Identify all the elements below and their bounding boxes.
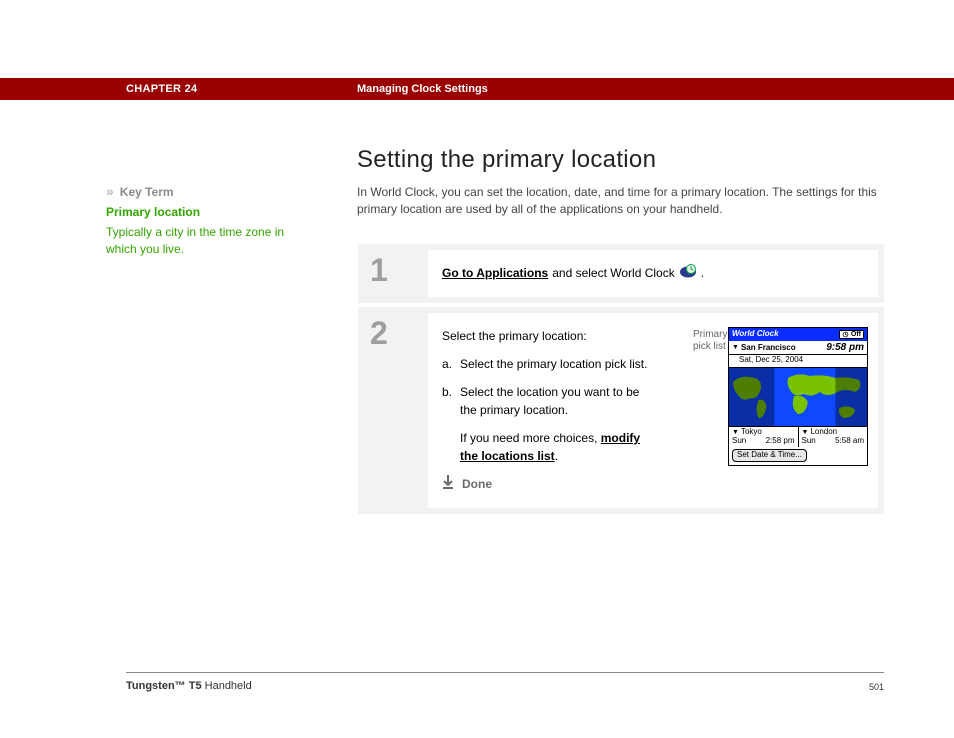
chapter-number: CHAPTER 24 <box>126 83 197 95</box>
footer-product: Tungsten™ T5 Handheld <box>126 680 252 692</box>
world-clock-screenshot: World Clock Off ▼ San Francisco 9:58 pm … <box>728 327 868 466</box>
screenshot-city3-day: Sun <box>802 437 816 446</box>
section-title: Setting the primary location <box>357 146 885 174</box>
footer-rule <box>126 672 884 673</box>
screenshot-primary-time: 9:58 pm <box>826 342 864 353</box>
screenshot-alarm-off: Off <box>839 330 864 340</box>
step-1-text: and select World Clock <box>552 264 675 282</box>
substep-a: a. Select the primary location pick list… <box>442 355 652 373</box>
go-to-applications-link[interactable]: Go to Applications <box>442 264 548 282</box>
step-1-body: Go to Applications and select World Cloc… <box>428 250 878 297</box>
step-2-body: Select the primary location: a. Select t… <box>428 313 878 508</box>
step-number: 1 <box>358 244 428 303</box>
key-term-sidebar: » Key Term Primary location Typically a c… <box>106 182 306 258</box>
step-1-period: . <box>701 264 704 282</box>
chevrons-icon: » <box>106 182 114 202</box>
screenshot-city3-time: 5:58 am <box>835 437 864 446</box>
done-row: Done <box>442 475 864 494</box>
screenshot-city2-time: 2:58 pm <box>766 437 795 446</box>
footer-product-suffix: Handheld <box>202 680 252 692</box>
chapter-header: CHAPTER 24 Managing Clock Settings <box>0 78 954 100</box>
screenshot-primary-city: San Francisco <box>741 344 826 353</box>
screenshot-app-title: World Clock <box>732 330 779 339</box>
key-term-name: Primary location <box>106 204 306 221</box>
step-1: 1 Go to Applications and select World Cl… <box>357 243 885 304</box>
footer-product-name: Tungsten™ T5 <box>126 680 202 692</box>
substep-note: If you need more choices, modify the loc… <box>460 429 652 465</box>
note-pre: If you need more choices, <box>460 431 601 445</box>
screenshot-primary-date: Sat, Dec 25, 2004 <box>739 356 803 365</box>
substep-b-text: Select the location you want to be the p… <box>460 383 652 419</box>
step-2-sublist: a. Select the primary location pick list… <box>442 355 652 465</box>
screenshot-titlebar: World Clock Off <box>729 328 867 342</box>
screenshot-city3: ▼London Sun5:58 am <box>798 426 868 447</box>
substep-b: b. Select the location you want to be th… <box>442 383 652 419</box>
footer-page-number: 501 <box>869 682 884 692</box>
screenshot-set-date-time-button: Set Date & Time... <box>732 449 807 462</box>
step-2: 2 Select the primary location: a. Select… <box>357 306 885 515</box>
chapter-title: Managing Clock Settings <box>357 83 488 95</box>
done-arrow-icon <box>442 475 454 494</box>
world-clock-icon <box>679 264 697 283</box>
substep-a-text: Select the primary location pick list. <box>460 355 647 373</box>
section-intro: In World Clock, you can set the location… <box>357 184 885 219</box>
screenshot-world-map <box>729 368 867 426</box>
main-content: Setting the primary location In World Cl… <box>357 146 885 515</box>
dropdown-triangle-icon: ▼ <box>732 344 739 352</box>
step-number: 2 <box>358 307 428 514</box>
key-term-definition: Typically a city in the time zone in whi… <box>106 224 306 258</box>
substep-a-marker: a. <box>442 355 460 373</box>
screenshot-primary-row: ▼ San Francisco 9:58 pm <box>729 341 867 355</box>
screenshot-city2: ▼Tokyo Sun2:58 pm <box>729 426 798 447</box>
substep-b-marker: b. <box>442 383 460 419</box>
key-term-label: Key Term <box>120 185 174 199</box>
screenshot-date-row: Sat, Dec 25, 2004 <box>729 355 867 368</box>
note-post: . <box>555 449 558 463</box>
done-label: Done <box>462 475 492 493</box>
screenshot-city2-day: Sun <box>732 437 746 446</box>
screenshot-secondary-cities: ▼Tokyo Sun2:58 pm ▼London Sun5:58 am <box>729 426 867 447</box>
